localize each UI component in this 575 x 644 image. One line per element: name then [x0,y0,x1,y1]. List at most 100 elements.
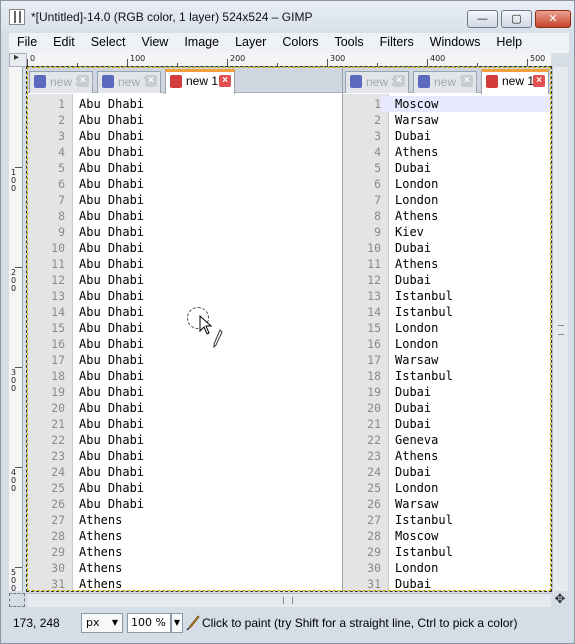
menu-windows[interactable]: Windows [422,33,489,53]
navigate-icon[interactable]: ✥ [552,593,568,607]
text-line[interactable]: 30 Athens [27,560,342,576]
text-line[interactable]: 11 Athens [343,256,551,272]
zoom-input[interactable]: 100 % [127,613,171,633]
text-line[interactable]: 31 Dubai [343,576,551,591]
text-line[interactable]: 16 London [343,336,551,352]
menu-view[interactable]: View [133,33,176,53]
image-canvas[interactable]: new 3 × new 7 × new 1 × 1 Abu Dhabi 2 Abu D… [26,66,552,592]
text-line[interactable]: 25 London [343,480,551,496]
text-line[interactable]: 23 Athens [343,448,551,464]
text-line[interactable]: 7 London [343,192,551,208]
text-line[interactable]: 18 Istanbul [343,368,551,384]
menu-image[interactable]: Image [176,33,227,53]
text-line[interactable]: 14 Istanbul [343,304,551,320]
menu-tools[interactable]: Tools [326,33,371,53]
ruler-corner-menu-button[interactable] [9,52,27,67]
title-bar[interactable]: *[Untitled]-14.0 (RGB color, 1 layer) 52… [1,1,574,33]
menu-colors[interactable]: Colors [274,33,326,53]
tab-new-7[interactable]: new 7 × [413,71,477,93]
text-line[interactable]: 13 Istanbul [343,288,551,304]
text-line[interactable]: 14 Abu Dhabi [27,304,342,320]
text-line[interactable]: 11 Abu Dhabi [27,256,342,272]
tab-new-1[interactable]: new 1 × [481,69,549,94]
text-line[interactable]: 13 Abu Dhabi [27,288,342,304]
horizontal-scrollbar[interactable] [27,593,551,607]
text-line[interactable]: 1 Abu Dhabi [27,96,342,112]
text-line[interactable]: 26 Warsaw [343,496,551,512]
text-line[interactable]: 31 Athens [27,576,342,591]
menu-select[interactable]: Select [83,33,134,53]
text-line[interactable]: 23 Abu Dhabi [27,448,342,464]
text-line[interactable]: 8 Athens [343,208,551,224]
text-line[interactable]: 25 Abu Dhabi [27,480,342,496]
text-line[interactable]: 21 Abu Dhabi [27,416,342,432]
text-line[interactable]: 15 Abu Dhabi [27,320,342,336]
tab-new-7[interactable]: new 7 × [97,71,161,93]
text-line[interactable]: 3 Dubai [343,128,551,144]
text-lines[interactable]: 1 Moscow 2 Warsaw 3 Dubai 4 Athens 5 Dubai 6 London… [343,96,551,591]
quick-mask-toggle[interactable] [9,593,25,607]
text-line[interactable]: 28 Moscow [343,528,551,544]
text-lines[interactable]: 1 Abu Dhabi 2 Abu Dhabi 3 Abu Dhabi 4 Abu Dhabi… [27,96,342,591]
text-line[interactable]: 27 Istanbul [343,512,551,528]
minimize-button[interactable]: — [467,10,498,28]
scroll-grip[interactable] [283,597,293,604]
menu-filters[interactable]: Filters [372,33,422,53]
text-line[interactable]: 9 Kiev [343,224,551,240]
text-line[interactable]: 2 Abu Dhabi [27,112,342,128]
text-line[interactable]: 20 Dubai [343,400,551,416]
text-line[interactable]: 19 Abu Dhabi [27,384,342,400]
text-line[interactable]: 1 Moscow [343,96,551,112]
text-line[interactable]: 5 Abu Dhabi [27,160,342,176]
menu-file[interactable]: File [9,33,45,53]
text-line[interactable]: 6 Abu Dhabi [27,176,342,192]
text-line[interactable]: 9 Abu Dhabi [27,224,342,240]
vertical-scrollbar[interactable] [552,67,568,591]
text-line[interactable]: 10 Abu Dhabi [27,240,342,256]
menu-edit[interactable]: Edit [45,33,83,53]
text-line[interactable]: 22 Abu Dhabi [27,432,342,448]
text-line[interactable]: 2 Warsaw [343,112,551,128]
text-line[interactable]: 17 Abu Dhabi [27,352,342,368]
text-line[interactable]: 15 London [343,320,551,336]
text-line[interactable]: 12 Abu Dhabi [27,272,342,288]
text-line[interactable]: 5 Dubai [343,160,551,176]
tab-close-icon[interactable]: × [145,75,157,87]
text-line[interactable]: 10 Dubai [343,240,551,256]
maximize-button[interactable]: ▢ [501,10,532,28]
text-line[interactable]: 27 Athens [27,512,342,528]
text-line[interactable]: 4 Abu Dhabi [27,144,342,160]
text-line[interactable]: 17 Warsaw [343,352,551,368]
tab-new-3[interactable]: new 3 × [29,71,93,93]
vertical-ruler[interactable]: 100 200 300 400 500 [9,67,23,591]
text-line[interactable]: 7 Abu Dhabi [27,192,342,208]
text-line[interactable]: 18 Abu Dhabi [27,368,342,384]
text-line[interactable]: 6 London [343,176,551,192]
text-line[interactable]: 29 Istanbul [343,544,551,560]
text-line[interactable]: 3 Abu Dhabi [27,128,342,144]
tab-close-icon[interactable]: × [393,75,405,87]
tab-close-icon[interactable]: × [461,75,473,87]
close-button[interactable]: ✕ [535,10,571,28]
text-line[interactable]: 19 Dubai [343,384,551,400]
horizontal-ruler[interactable]: 0 100 200 300 400 500 [27,53,551,67]
text-line[interactable]: 12 Dubai [343,272,551,288]
tab-close-icon[interactable]: × [77,75,89,87]
text-line[interactable]: 24 Abu Dhabi [27,464,342,480]
tab-new-1[interactable]: new 1 × [165,69,235,94]
text-line[interactable]: 4 Athens [343,144,551,160]
tab-new-3[interactable]: new 3 × [345,71,409,93]
text-line[interactable]: 8 Abu Dhabi [27,208,342,224]
text-line[interactable]: 29 Athens [27,544,342,560]
text-line[interactable]: 24 Dubai [343,464,551,480]
unit-select[interactable]: px ▼ [81,613,123,633]
menu-layer[interactable]: Layer [227,33,274,53]
text-line[interactable]: 22 Geneva [343,432,551,448]
tab-close-icon[interactable]: × [219,75,231,87]
text-line[interactable]: 30 London [343,560,551,576]
text-line[interactable]: 21 Dubai [343,416,551,432]
zoom-dropdown-button[interactable]: ▼ [171,613,183,633]
text-line[interactable]: 20 Abu Dhabi [27,400,342,416]
tab-close-icon[interactable]: × [533,75,545,87]
scroll-grip[interactable] [558,325,564,335]
